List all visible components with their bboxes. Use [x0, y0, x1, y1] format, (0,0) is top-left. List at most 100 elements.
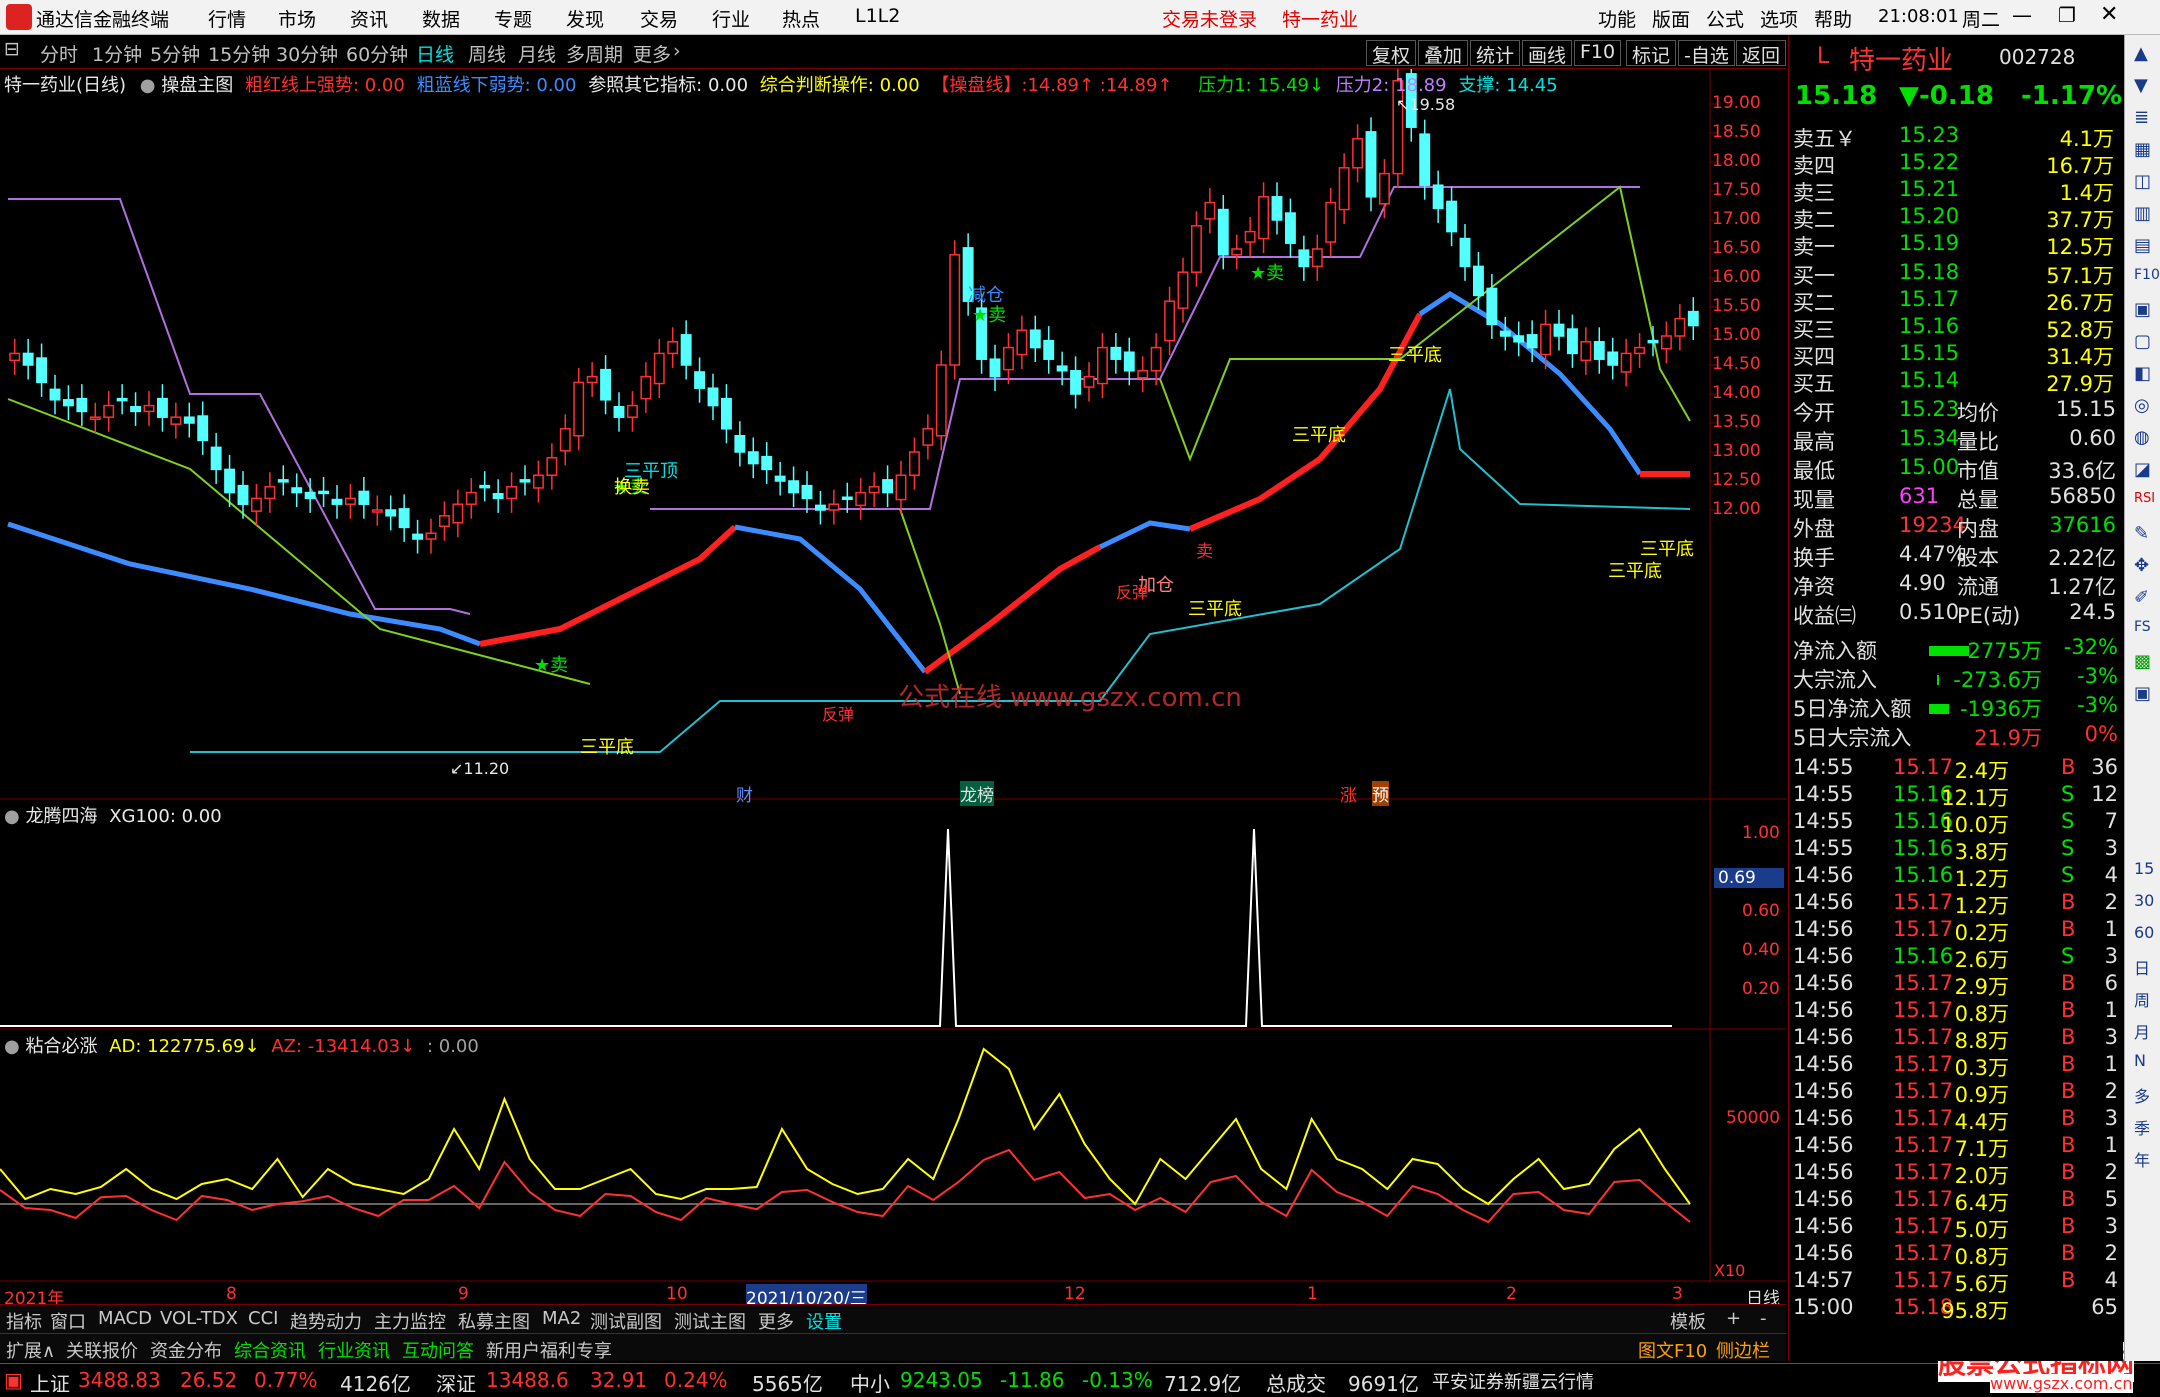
list-icon[interactable]: ≣ — [2134, 107, 2149, 128]
sidebar-period[interactable]: 60 — [2134, 923, 2154, 942]
sub2-name[interactable]: 粘合必涨 — [25, 1036, 97, 1057]
period-item[interactable]: 月线 — [518, 40, 556, 67]
pen-icon[interactable]: ✐ — [2134, 587, 2149, 608]
add-window-icon[interactable]: + — [1726, 1308, 1741, 1329]
menu-item[interactable]: 公式 — [1706, 5, 1744, 32]
sidebar-period[interactable]: 月 — [2134, 1019, 2150, 1043]
sub1-name[interactable]: 龙腾四海 — [25, 806, 97, 827]
collapse-icon[interactable]: ⊟ — [4, 38, 20, 60]
tab[interactable]: 测试主图 — [674, 1308, 746, 1334]
formula-name[interactable]: 操盘主图 — [161, 75, 233, 96]
period-item[interactable]: 15分钟 — [208, 40, 270, 67]
formula-dot-icon[interactable]: ● — [4, 1036, 20, 1057]
page-icon[interactable]: ▣ — [2134, 299, 2151, 320]
tab[interactable]: 关联报价 — [66, 1337, 138, 1363]
menu-item[interactable]: 资讯 — [350, 5, 388, 32]
period-item[interactable]: 多周期 — [566, 40, 623, 67]
menu-item[interactable]: 专题 — [494, 5, 532, 32]
remove-window-icon[interactable]: - — [1760, 1308, 1767, 1329]
tab[interactable]: CCI — [248, 1308, 278, 1329]
tab[interactable]: MA2 — [542, 1308, 581, 1329]
sidebar-period[interactable]: 年 — [2134, 1147, 2150, 1171]
close-icon[interactable]: ✕ — [2100, 2, 2118, 27]
period-item-active[interactable]: 日线 — [416, 40, 454, 67]
period-item[interactable]: 5分钟 — [150, 40, 200, 67]
sidebar-period[interactable]: 15 — [2134, 859, 2154, 878]
sidebar-period[interactable]: 多 — [2134, 1083, 2150, 1107]
menu-item[interactable]: 行业 — [712, 5, 750, 32]
camera-icon[interactable]: ◪ — [2134, 459, 2151, 480]
tab[interactable]: 互动问答 — [402, 1337, 474, 1363]
grid-icon[interactable]: ▦ — [2134, 139, 2151, 160]
doc-icon[interactable]: ▢ — [2134, 331, 2151, 352]
table-icon[interactable]: ▤ — [2134, 235, 2151, 256]
green-chart-icon[interactable]: ▩ — [2134, 651, 2151, 672]
menu-item[interactable]: 数据 — [422, 5, 460, 32]
period-item[interactable]: 1分钟 — [92, 40, 142, 67]
sidebar-period[interactable]: 周 — [2134, 987, 2150, 1011]
tool-button[interactable]: -自选 — [1678, 40, 1735, 67]
tab[interactable]: 图文F10 — [1638, 1337, 1707, 1363]
tab[interactable]: 测试副图 — [590, 1308, 662, 1334]
event-marker[interactable]: 龙榜 — [960, 781, 994, 806]
tab-active[interactable]: 综合资讯 — [234, 1337, 306, 1363]
chart-area[interactable]: 特一药业(日线) ● 操盘主图 粗红线上强势: 0.00 粗蓝线下弱势: 0.0… — [0, 69, 1786, 1309]
fund-icon[interactable]: ◧ — [2134, 363, 2151, 384]
sidebar-period[interactable]: 30 — [2134, 891, 2154, 910]
minimize-icon[interactable]: — — [2012, 3, 2032, 27]
sidebar-period[interactable]: 日 — [2134, 955, 2150, 979]
fx-icon[interactable]: ◎ — [2134, 395, 2150, 416]
period-item[interactable]: 周线 — [468, 40, 506, 67]
event-marker[interactable]: 涨 — [1340, 781, 1357, 806]
tab[interactable]: 更多 — [758, 1308, 794, 1334]
index-name[interactable]: 上证 — [30, 1368, 70, 1397]
event-marker[interactable]: 预 — [1372, 781, 1389, 806]
period-item[interactable]: 60分钟 — [346, 40, 408, 67]
rsi-icon[interactable]: RSI — [2134, 491, 2155, 506]
tool-button[interactable]: 返回 — [1736, 40, 1786, 67]
tab[interactable]: 主力监控 — [374, 1308, 446, 1334]
box-icon[interactable]: ▣ — [2134, 683, 2151, 704]
formula-dot-icon[interactable]: ● — [4, 806, 20, 827]
menu-item[interactable]: 帮助 — [1814, 5, 1852, 32]
tab[interactable]: 资金分布 — [150, 1337, 222, 1363]
menu-item[interactable]: 发现 — [566, 5, 604, 32]
period-item[interactable]: 更多 — [633, 40, 671, 67]
tool-button[interactable]: 叠加 — [1418, 40, 1469, 67]
arrow-up-icon[interactable]: ▲ — [2134, 43, 2148, 64]
tab[interactable]: 扩展∧ — [6, 1337, 55, 1363]
menu-item[interactable]: 交易 — [640, 5, 678, 32]
menu-item[interactable]: 热点 — [782, 5, 820, 32]
ring-icon[interactable]: ◍ — [2134, 427, 2150, 448]
tool-button[interactable]: 画线 — [1522, 40, 1573, 67]
arrow-down-icon[interactable]: ▼ — [2134, 75, 2148, 96]
tab[interactable]: 新用户福利专享 — [486, 1337, 612, 1363]
kline-icon[interactable]: ▥ — [2134, 203, 2151, 224]
sidebar-period[interactable]: N — [2134, 1051, 2146, 1070]
menu-item[interactable]: L1L2 — [855, 5, 900, 27]
period-item[interactable]: 分时 — [40, 40, 78, 67]
crosshair-icon[interactable]: ✥ — [2134, 555, 2149, 576]
tab[interactable]: 指标 — [6, 1308, 42, 1334]
menu-item[interactable]: 行情 — [208, 5, 246, 32]
tab[interactable]: 模板 — [1670, 1308, 1706, 1334]
index-name[interactable]: 中小 — [850, 1368, 890, 1397]
tab[interactable]: 窗口 — [50, 1308, 86, 1334]
formula-dot-icon[interactable]: ● — [140, 75, 156, 96]
tool-button[interactable]: 统计 — [1470, 40, 1521, 67]
more-arrow-icon[interactable]: › — [673, 40, 681, 62]
tab[interactable]: 趋势动力 — [290, 1308, 362, 1334]
sidebar-period[interactable]: 季 — [2134, 1115, 2150, 1139]
event-marker[interactable]: 财 — [736, 781, 753, 806]
menu-item[interactable]: 市场 — [278, 5, 316, 32]
chart-canvas[interactable] — [0, 69, 1786, 1293]
tool-button[interactable]: 标记 — [1626, 40, 1677, 67]
chart-icon[interactable]: ◫ — [2134, 171, 2151, 192]
login-status[interactable]: 交易未登录 — [1162, 5, 1257, 32]
menu-item[interactable]: 选项 — [1760, 5, 1798, 32]
tab[interactable]: MACD — [98, 1308, 152, 1329]
index-name[interactable]: 深证 — [436, 1368, 476, 1397]
menu-item[interactable]: 版面 — [1652, 5, 1690, 32]
f10-icon[interactable]: F10 — [2134, 267, 2160, 283]
restore-icon[interactable]: ❐ — [2058, 3, 2076, 27]
